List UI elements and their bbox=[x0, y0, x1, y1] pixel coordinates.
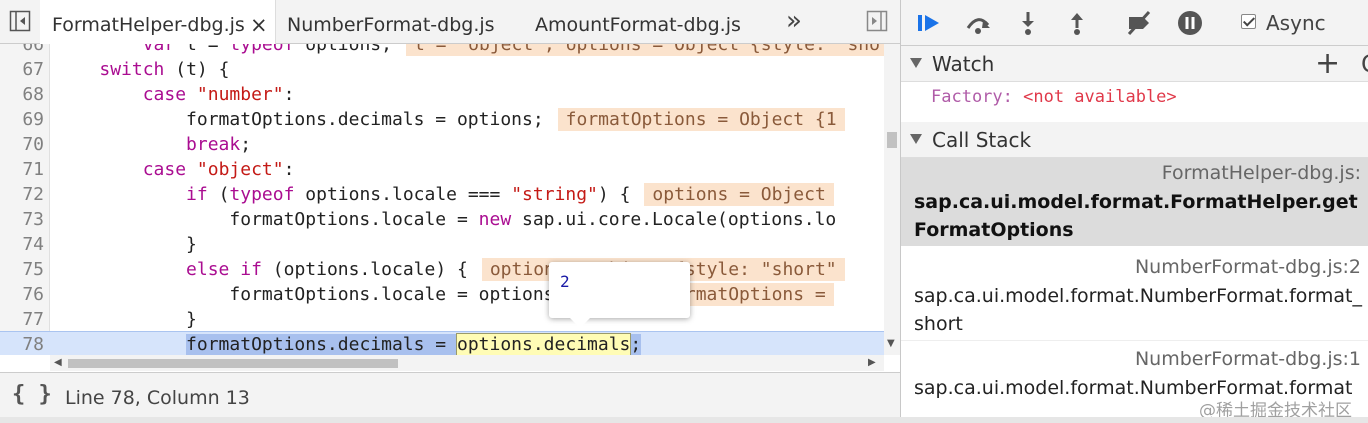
code-text[interactable]: formatOptions.locale = options.locale; fo… bbox=[56, 282, 834, 307]
code-text[interactable]: } bbox=[56, 307, 197, 332]
async-label[interactable]: Async bbox=[1266, 11, 1326, 35]
tab-label: FormatHelper-dbg.js bbox=[52, 14, 245, 36]
call-frame-function: sap.ca.ui.model.format.FormatHelper.getF… bbox=[914, 191, 1358, 241]
tab-numberformat[interactable]: NumberFormat-dbg.js bbox=[287, 0, 495, 43]
more-tabs-icon[interactable]: » bbox=[786, 6, 802, 36]
toggle-navigator-icon[interactable] bbox=[9, 10, 31, 32]
code-text[interactable]: break; bbox=[56, 132, 251, 157]
debugger-sidebar: Async Watch + C Factory: <not available>… bbox=[901, 0, 1368, 423]
watch-expression-name: Factory: bbox=[931, 87, 1024, 107]
code-editor[interactable]: 66 var t = typeof options; t = "object", … bbox=[0, 44, 884, 355]
deactivate-breakpoints-icon[interactable] bbox=[1125, 9, 1153, 37]
tab-formathelper[interactable]: FormatHelper-dbg.js × bbox=[40, 0, 276, 45]
line-number[interactable]: 71 bbox=[0, 157, 44, 182]
code-text[interactable]: formatOptions.locale = new sap.ui.core.L… bbox=[56, 207, 836, 232]
editor-status-bar: { } Line 78, Column 13 bbox=[0, 372, 900, 423]
code-line[interactable]: 75 else if (options.locale) {options = O… bbox=[0, 257, 884, 282]
tab-amountformat[interactable]: AmountFormat-dbg.js bbox=[535, 0, 741, 43]
call-stack-section-header[interactable]: Call Stack bbox=[901, 122, 1368, 158]
refresh-watch-icon[interactable]: C bbox=[1361, 46, 1368, 82]
code-text[interactable]: formatOptions.decimals = options.decimal… bbox=[56, 332, 642, 355]
watch-section-header[interactable]: Watch + C bbox=[901, 46, 1368, 82]
popover-arrow bbox=[570, 318, 590, 328]
code-line[interactable]: 71 case "object": bbox=[0, 157, 884, 182]
code-text[interactable]: else if (options.locale) {options = Obje… bbox=[56, 257, 845, 282]
add-watch-expression-icon[interactable]: + bbox=[1315, 46, 1340, 82]
close-tab-icon[interactable]: × bbox=[250, 0, 268, 50]
code-text[interactable]: case "object": bbox=[56, 157, 295, 182]
code-text[interactable]: } bbox=[56, 232, 197, 257]
code-line[interactable]: 69 formatOptions.decimals = options; form… bbox=[0, 107, 884, 132]
scroll-down-arrow-icon[interactable]: ▼ bbox=[887, 338, 895, 349]
tab-label: NumberFormat-dbg.js bbox=[287, 14, 495, 36]
call-frame-selected[interactable]: FormatHelper-dbg.js: sap.ca.ui.model.for… bbox=[901, 158, 1368, 246]
code-line[interactable]: 66 var t = typeof options; t = "object", … bbox=[0, 44, 884, 57]
expand-triangle-icon[interactable] bbox=[910, 134, 922, 144]
window-bottom-edge bbox=[0, 417, 1368, 423]
code-line-current[interactable]: 78 formatOptions.decimals = options.deci… bbox=[0, 331, 884, 355]
line-number[interactable]: 75 bbox=[0, 257, 44, 282]
code-text[interactable]: var t = typeof options; t = "object", opt… bbox=[56, 44, 884, 57]
line-number[interactable]: 77 bbox=[0, 307, 44, 332]
code-line[interactable]: 76 formatOptions.locale = options.locale… bbox=[0, 282, 884, 307]
code-line[interactable]: 77 } bbox=[0, 307, 884, 332]
watch-title: Watch bbox=[932, 52, 995, 76]
step-over-icon[interactable] bbox=[964, 9, 992, 37]
line-number[interactable]: 68 bbox=[0, 82, 44, 107]
call-frame-location: NumberFormat-dbg.js:1 bbox=[1134, 348, 1361, 370]
scroll-left-arrow-icon[interactable]: ◀ bbox=[54, 355, 62, 371]
debugger-toolbar: Async bbox=[901, 0, 1368, 46]
resume-icon[interactable] bbox=[915, 9, 943, 37]
popover-value[interactable]: 2 bbox=[560, 272, 570, 291]
step-out-icon[interactable] bbox=[1063, 9, 1091, 37]
pretty-print-button[interactable]: { } bbox=[12, 382, 52, 407]
async-checkbox[interactable] bbox=[1241, 14, 1256, 29]
code-line[interactable]: 67 switch (t) { bbox=[0, 57, 884, 82]
line-number[interactable]: 72 bbox=[0, 182, 44, 207]
horizontal-scrollbar[interactable]: ◀ ▶ bbox=[50, 355, 884, 371]
code-text[interactable]: case "number": bbox=[56, 82, 295, 107]
call-frame[interactable]: NumberFormat-dbg.js:2 sap.ca.ui.model.fo… bbox=[901, 248, 1368, 341]
code-line[interactable]: 70 break; bbox=[0, 132, 884, 157]
tab-label: AmountFormat-dbg.js bbox=[535, 14, 741, 36]
line-number[interactable]: 74 bbox=[0, 232, 44, 257]
code-text[interactable]: switch (t) { bbox=[56, 57, 229, 82]
line-number[interactable]: 73 bbox=[0, 207, 44, 232]
call-frame-location: FormatHelper-dbg.js: bbox=[1161, 162, 1361, 184]
vertical-scrollbar[interactable]: ▼ bbox=[884, 44, 900, 355]
line-number[interactable]: 69 bbox=[0, 107, 44, 132]
line-number[interactable]: 78 bbox=[0, 332, 44, 355]
step-into-icon[interactable] bbox=[1014, 9, 1042, 37]
code-line[interactable]: 68 case "number": bbox=[0, 82, 884, 107]
watch-expressions: Factory: <not available> bbox=[901, 82, 1368, 123]
expand-triangle-icon[interactable] bbox=[910, 58, 922, 68]
value-popover: 2 bbox=[549, 262, 690, 328]
scroll-right-arrow-icon[interactable]: ▶ bbox=[868, 355, 876, 371]
sources-panel: FormatHelper-dbg.js × NumberFormat-dbg.j… bbox=[0, 0, 900, 423]
call-frame-function: sap.ca.ui.model.format.NumberFormat.form… bbox=[914, 285, 1362, 335]
line-number[interactable]: 76 bbox=[0, 282, 44, 307]
watch-expression[interactable]: Factory: <not available> bbox=[931, 87, 1177, 107]
line-number[interactable]: 66 bbox=[0, 44, 44, 57]
pause-on-exceptions-icon[interactable] bbox=[1176, 9, 1204, 37]
line-number[interactable]: 67 bbox=[0, 57, 44, 82]
code-line[interactable]: 73 formatOptions.locale = new sap.ui.cor… bbox=[0, 207, 884, 232]
vertical-scrollbar-thumb[interactable] bbox=[887, 132, 897, 148]
watch-expression-value: <not available> bbox=[1023, 87, 1177, 107]
cursor-position: Line 78, Column 13 bbox=[65, 387, 250, 409]
toggle-debugger-sidebar-icon[interactable] bbox=[866, 10, 888, 32]
line-number[interactable]: 70 bbox=[0, 132, 44, 157]
call-stack-title: Call Stack bbox=[932, 128, 1032, 152]
code-text[interactable]: formatOptions.decimals = options; formatO… bbox=[56, 107, 845, 132]
editor-tab-bar: FormatHelper-dbg.js × NumberFormat-dbg.j… bbox=[0, 0, 900, 45]
code-line[interactable]: 72 if (typeof options.locale === "string… bbox=[0, 182, 884, 207]
call-frame-location: NumberFormat-dbg.js:2 bbox=[1134, 256, 1361, 278]
code-text[interactable]: if (typeof options.locale === "string") … bbox=[56, 182, 834, 207]
code-line[interactable]: 74 } bbox=[0, 232, 884, 257]
horizontal-scrollbar-thumb[interactable] bbox=[68, 359, 398, 368]
